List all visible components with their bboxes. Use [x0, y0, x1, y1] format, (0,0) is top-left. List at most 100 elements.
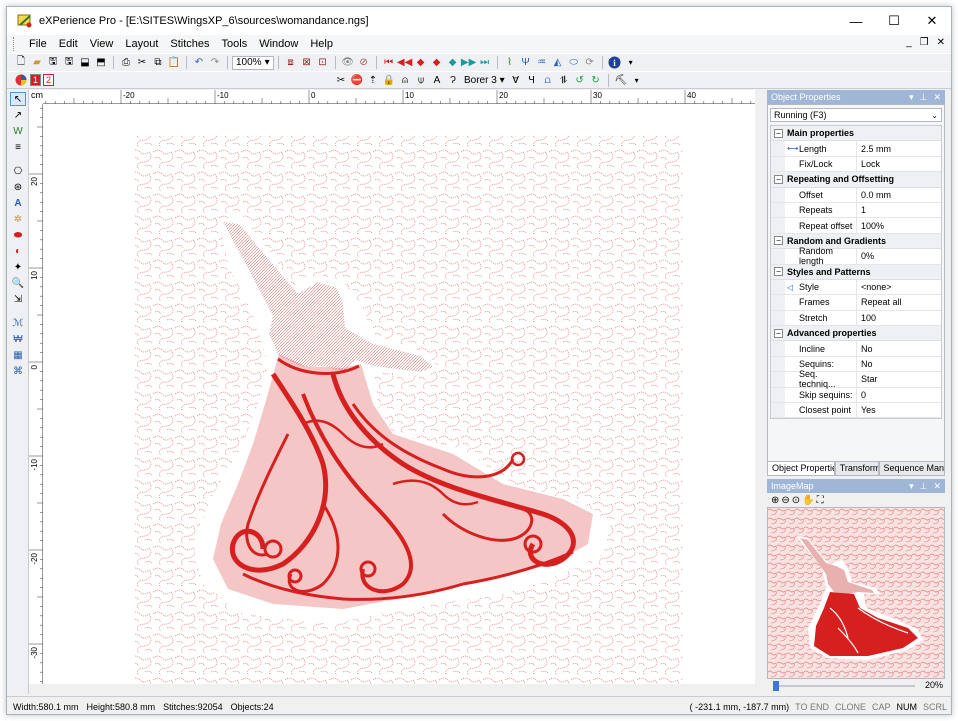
- scissors-icon[interactable]: ✂: [334, 73, 348, 87]
- satin-icon[interactable]: Ψ: [519, 56, 533, 70]
- next-stitch-icon[interactable]: ◆: [430, 56, 444, 70]
- property-value[interactable]: 0: [857, 390, 866, 400]
- new-file-icon[interactable]: 🗋: [14, 56, 28, 70]
- fit-selection-icon[interactable]: ⊠: [300, 56, 314, 70]
- select-tool-icon[interactable]: ↖: [10, 92, 26, 106]
- pan-tool-icon[interactable]: ⇲: [10, 292, 26, 306]
- cross-tool-icon[interactable]: ⌘: [10, 364, 26, 378]
- mdi-close-button[interactable]: ✕: [937, 37, 945, 48]
- needle-combo[interactable]: Borer 3 ▾: [461, 75, 508, 86]
- import-icon[interactable]: ⬓: [78, 56, 92, 70]
- imagemap-preview[interactable]: [767, 507, 945, 679]
- circle-tool-icon[interactable]: ⬬: [10, 228, 26, 242]
- copy-icon[interactable]: ⧉: [151, 56, 165, 70]
- prev-color-icon[interactable]: ◀◀: [397, 56, 412, 70]
- property-row[interactable]: Sequins: No: [771, 356, 941, 373]
- color-palette-icon[interactable]: [14, 73, 28, 87]
- show-stitches-icon[interactable]: 👁: [341, 56, 355, 70]
- horizontal-scrollbar[interactable]: [43, 684, 755, 694]
- star-tool-icon[interactable]: ✦: [10, 260, 26, 274]
- menu-stitches[interactable]: Stitches: [164, 38, 215, 50]
- property-row[interactable]: ⟷ Length 2.5 mm: [771, 141, 941, 157]
- save-icon[interactable]: 🖫: [46, 56, 60, 70]
- property-value[interactable]: 100%: [857, 221, 884, 231]
- property-value[interactable]: 1: [857, 205, 866, 215]
- collapse-icon[interactable]: −: [774, 128, 783, 138]
- rotate-left-icon[interactable]: ↺: [573, 73, 587, 87]
- property-row[interactable]: Repeat offset 100%: [771, 218, 941, 234]
- property-value[interactable]: 100: [857, 313, 876, 323]
- tab-object-properties[interactable]: Object Properties: [767, 462, 835, 476]
- brush-icon[interactable]: ≡: [10, 140, 26, 154]
- ellipse-tool-icon[interactable]: ◐: [10, 244, 26, 258]
- flip-icon[interactable]: ⥮: [557, 73, 571, 87]
- property-value[interactable]: Lock: [857, 159, 880, 169]
- imagemap-zoom-slider[interactable]: 20%: [767, 679, 945, 693]
- property-value[interactable]: 2.5 mm: [857, 144, 891, 154]
- collapse-icon[interactable]: −: [774, 267, 783, 277]
- rotate-right-icon[interactable]: ↻: [589, 73, 603, 87]
- property-category[interactable]: − Random and Gradients: [771, 233, 941, 250]
- stop-icon[interactable]: ⛔: [350, 73, 364, 87]
- info-icon[interactable]: i: [608, 56, 622, 70]
- panel-close-icon[interactable]: ✕: [933, 92, 941, 103]
- pin-icon[interactable]: ⊥: [920, 481, 928, 492]
- manual-stitch-icon[interactable]: W: [10, 124, 26, 138]
- paste-icon[interactable]: 📋: [167, 56, 181, 70]
- last-stitch-icon[interactable]: ⏭: [478, 56, 492, 70]
- fill-icon[interactable]: ♒: [535, 56, 549, 70]
- cut-icon[interactable]: ✂: [135, 56, 149, 70]
- property-value[interactable]: <none>: [857, 282, 892, 292]
- panel-menu-icon[interactable]: ▾: [909, 481, 914, 492]
- lock-icon[interactable]: 🔒: [382, 73, 396, 87]
- collapse-icon[interactable]: −: [774, 174, 783, 184]
- property-row[interactable]: Seq. techniq... Star: [771, 369, 941, 389]
- property-value[interactable]: No: [857, 359, 873, 369]
- redo-icon[interactable]: ↷: [208, 56, 222, 70]
- next-color-icon[interactable]: ◆: [446, 56, 460, 70]
- first-stitch-icon[interactable]: ⏮: [382, 56, 396, 70]
- needle-up-icon[interactable]: Ɐ: [509, 73, 523, 87]
- fit-width-icon[interactable]: ⊡: [316, 56, 330, 70]
- curve-tool-icon[interactable]: ⌇: [503, 56, 517, 70]
- color-swatch-1[interactable]: 1: [30, 74, 41, 86]
- property-category[interactable]: − Main properties: [771, 126, 941, 142]
- property-category[interactable]: − Styles and Patterns: [771, 264, 941, 280]
- magnet-icon[interactable]: ⊛: [10, 180, 26, 194]
- property-row[interactable]: Offset 0.0 mm: [771, 187, 941, 203]
- vertical-scrollbar[interactable]: [755, 90, 765, 684]
- zoom-out-icon[interactable]: ⊖: [781, 495, 789, 506]
- minimize-button[interactable]: —: [837, 7, 875, 35]
- pin-icon[interactable]: ⊥: [920, 92, 928, 103]
- object-type-combo[interactable]: Running (F3) ⌄: [770, 108, 942, 122]
- property-row[interactable]: Random length 0%: [771, 246, 941, 266]
- satin-tool-icon[interactable]: ₩: [10, 332, 26, 346]
- toolbar-options-icon[interactable]: ▾: [624, 56, 638, 70]
- tab-transform[interactable]: Transform: [834, 462, 879, 476]
- reshape-tool-icon[interactable]: ↗: [10, 108, 26, 122]
- jump-icon[interactable]: Ɂ: [446, 73, 460, 87]
- tie-off-icon[interactable]: ⍦: [414, 73, 428, 87]
- slider-thumb[interactable]: [773, 681, 779, 691]
- property-value[interactable]: 0.0 mm: [857, 190, 891, 200]
- panel-close-icon[interactable]: ✕: [933, 481, 941, 492]
- property-value[interactable]: 0%: [857, 251, 874, 261]
- save-as-icon[interactable]: 🖫: [62, 56, 76, 70]
- hand-icon[interactable]: ✋: [802, 495, 814, 506]
- tab-sequence-manager[interactable]: Sequence Man...: [878, 462, 945, 476]
- property-value[interactable]: Yes: [857, 405, 876, 415]
- menu-tools[interactable]: Tools: [216, 38, 254, 50]
- design-canvas[interactable]: [43, 104, 755, 684]
- collapse-icon[interactable]: −: [774, 328, 783, 338]
- mdi-restore-button[interactable]: ❐: [920, 37, 929, 48]
- undo-icon[interactable]: ↶: [192, 56, 206, 70]
- panel-menu-icon[interactable]: ▾: [909, 92, 914, 103]
- trim-icon[interactable]: ⇡: [366, 73, 380, 87]
- property-row[interactable]: Repeats 1: [771, 202, 941, 219]
- prev-stitch-icon[interactable]: ◆: [414, 56, 428, 70]
- menu-help[interactable]: Help: [304, 38, 339, 50]
- open-folder-icon[interactable]: ▰: [30, 56, 44, 70]
- property-row[interactable]: ◁ Style <none>: [771, 279, 941, 296]
- menu-view[interactable]: View: [84, 38, 120, 50]
- menu-edit[interactable]: Edit: [53, 38, 84, 50]
